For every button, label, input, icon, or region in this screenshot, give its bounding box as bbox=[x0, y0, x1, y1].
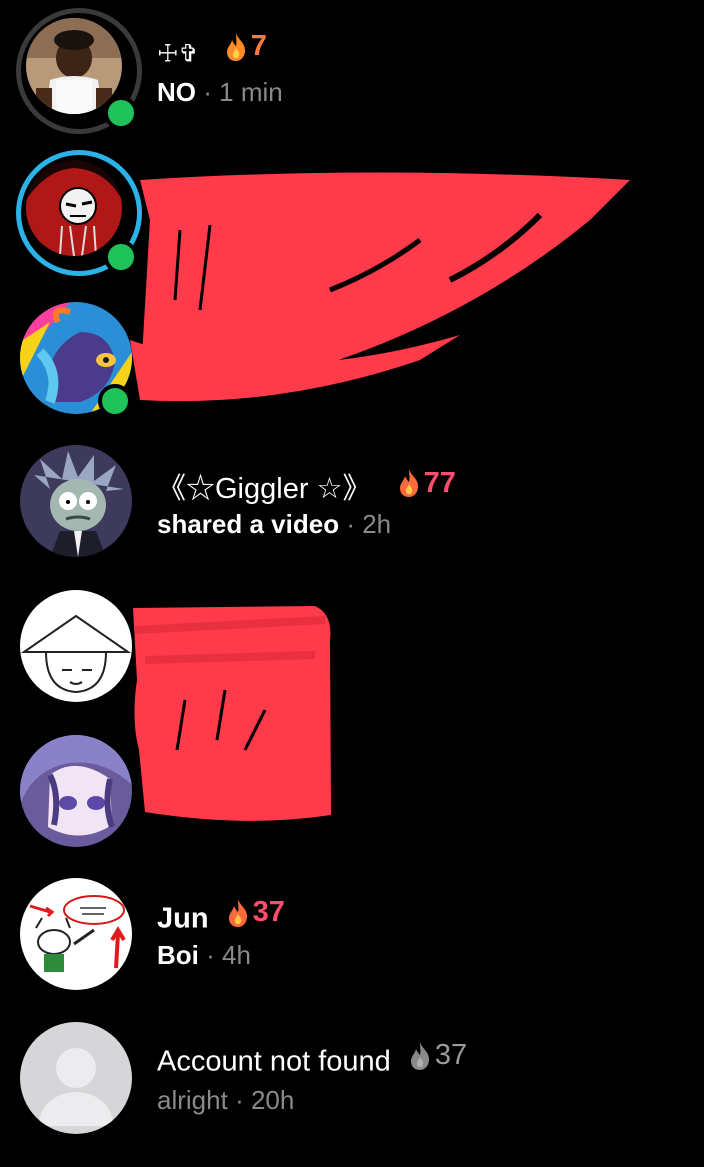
flame-icon bbox=[399, 469, 418, 497]
streak-count: 7 bbox=[250, 30, 267, 62]
streak-badge: 37 bbox=[407, 1039, 467, 1072]
chat-name: ☩✞ 7 bbox=[157, 30, 267, 70]
chat-name: Jun 37 bbox=[157, 896, 285, 936]
chat-preview: Boi · 4h bbox=[157, 940, 251, 971]
last-message: alright bbox=[157, 1085, 228, 1115]
streak-badge: 7 bbox=[223, 30, 267, 63]
timestamp: 20h bbox=[250, 1085, 295, 1115]
avatar[interactable] bbox=[26, 160, 122, 256]
streak-badge: 37 bbox=[225, 896, 285, 929]
chat-row[interactable]: Jun 37 Boi · 4h bbox=[0, 860, 704, 1005]
chat-name-text: ☩✞ bbox=[157, 40, 199, 68]
last-message: shared a video bbox=[157, 509, 340, 539]
chat-row[interactable] bbox=[0, 570, 704, 715]
separator: · bbox=[203, 77, 212, 107]
default-avatar[interactable] bbox=[20, 1022, 132, 1134]
separator: · bbox=[235, 1085, 244, 1115]
last-message: Boi bbox=[157, 940, 199, 970]
timestamp: 4h bbox=[222, 940, 251, 970]
chat-preview: alright · 20h bbox=[157, 1085, 294, 1116]
chat-row[interactable]: 《☆Giggler ☆》 77 shared a video · 2h bbox=[0, 425, 704, 570]
avatar[interactable] bbox=[26, 18, 122, 114]
chat-row[interactable]: Account not found 37 alright · 20h bbox=[0, 1005, 704, 1150]
chat-name-text: Jun bbox=[157, 902, 209, 935]
separator: · bbox=[206, 940, 215, 970]
streak-badge: 77 bbox=[396, 467, 456, 500]
timestamp: 2h bbox=[362, 509, 392, 539]
chat-preview: NO · 1 min bbox=[157, 77, 283, 108]
chat-name: Account not found 37 bbox=[157, 1039, 467, 1079]
streak-count: 77 bbox=[423, 466, 456, 499]
avatar[interactable] bbox=[20, 590, 132, 702]
redaction-scribble bbox=[133, 606, 331, 821]
avatar[interactable] bbox=[20, 878, 132, 990]
redaction-scribble bbox=[130, 172, 630, 402]
flame-icon bbox=[410, 1041, 429, 1070]
timestamp: 1 min bbox=[219, 77, 283, 107]
avatar[interactable] bbox=[20, 735, 132, 847]
chat-preview: shared a video · 2h bbox=[157, 509, 391, 540]
chat-name-text: Account not found bbox=[157, 1045, 391, 1078]
flame-icon bbox=[228, 898, 247, 927]
chat-name: 《☆Giggler ☆》 77 bbox=[157, 465, 456, 507]
chat-row[interactable]: ☩✞ 7 NO · 1 min bbox=[0, 0, 704, 140]
avatar[interactable] bbox=[20, 445, 132, 557]
streak-count: 37 bbox=[252, 896, 285, 928]
person-silhouette-icon bbox=[38, 1048, 114, 1126]
online-indicator bbox=[104, 96, 138, 130]
streak-count: 37 bbox=[434, 1039, 468, 1071]
flame-icon bbox=[226, 32, 245, 61]
separator: · bbox=[346, 509, 355, 539]
chat-name-text: 《☆Giggler ☆》 bbox=[157, 473, 372, 505]
chat-row[interactable] bbox=[0, 715, 704, 860]
last-message: NO bbox=[157, 77, 196, 107]
